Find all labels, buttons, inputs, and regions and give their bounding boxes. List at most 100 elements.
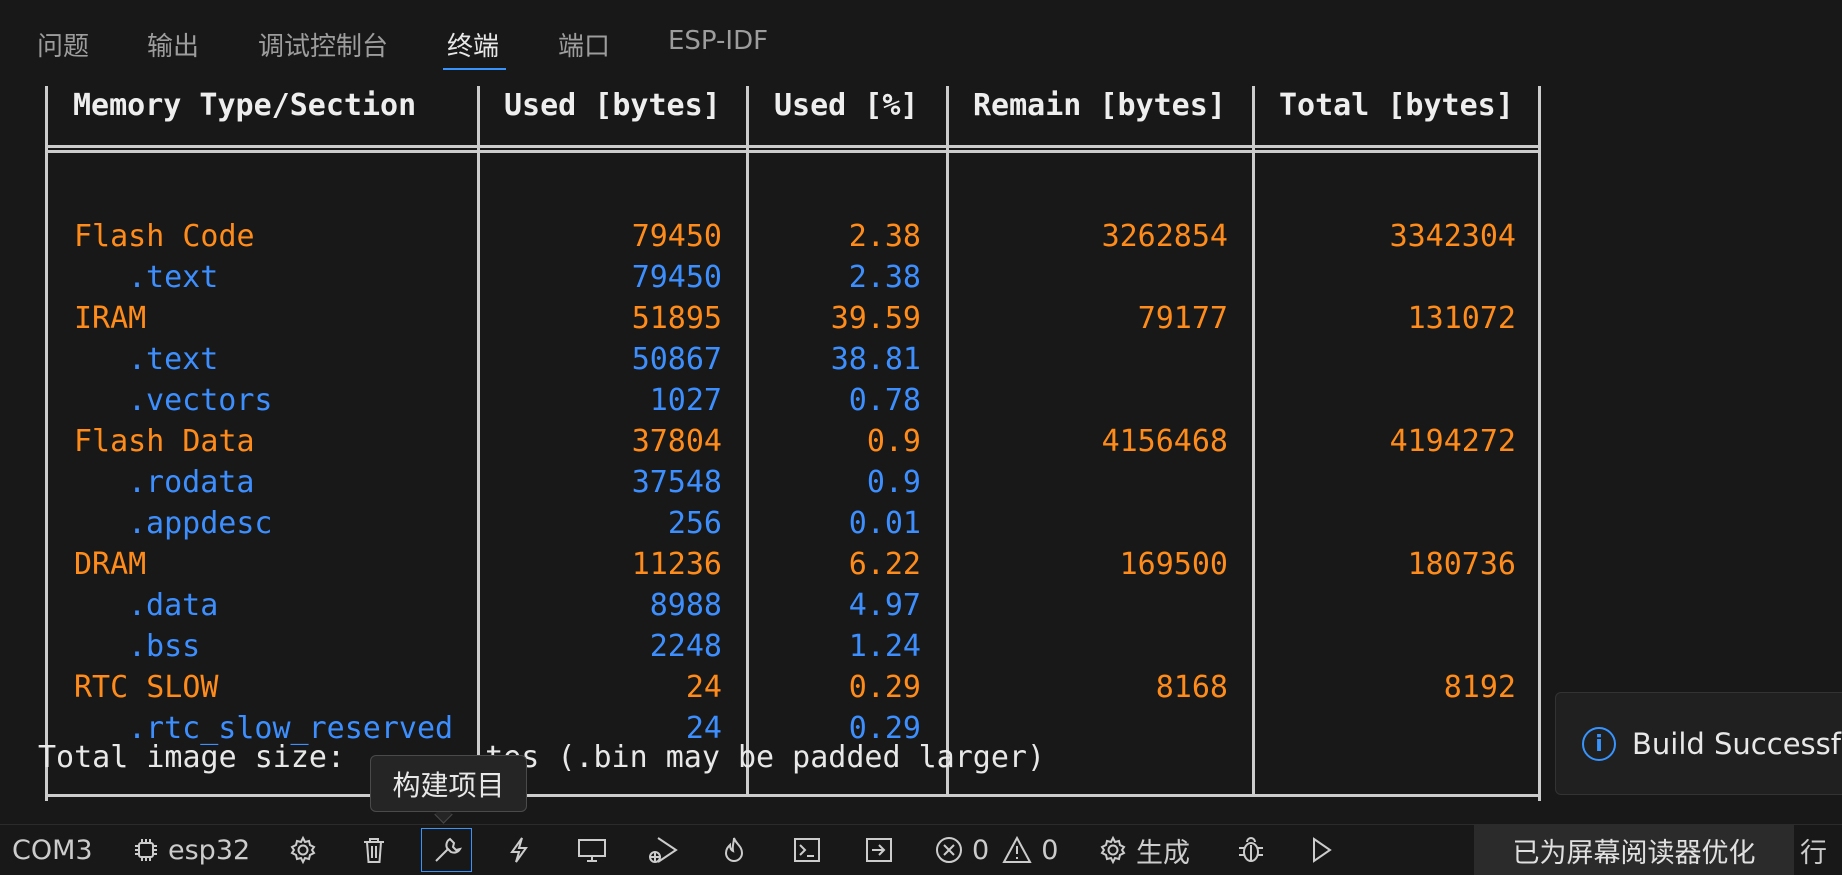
build-command-item[interactable]: 生成 bbox=[1098, 825, 1190, 875]
error-count: 0 bbox=[972, 834, 990, 866]
row-name: .text bbox=[128, 260, 219, 295]
row-remain-bytes: 169500 bbox=[1119, 547, 1228, 582]
tab-output[interactable]: 输出 bbox=[147, 26, 199, 63]
row-used-percent: 6.22 bbox=[848, 547, 921, 582]
build-flash-monitor-button[interactable] bbox=[720, 825, 748, 875]
row-remain-bytes: 4156468 bbox=[1101, 424, 1228, 459]
row-name: RTC SLOW bbox=[74, 670, 219, 705]
row-used-bytes: 1027 bbox=[649, 383, 722, 418]
total-prefix: Total image size: bbox=[38, 740, 364, 775]
header-used-bytes: Used [bytes] bbox=[504, 88, 721, 123]
debug-run-icon bbox=[646, 834, 680, 866]
row-remain-bytes: 8168 bbox=[1155, 670, 1228, 705]
row-name: .vectors bbox=[128, 383, 273, 418]
header-used-percent: Used [%] bbox=[774, 88, 919, 123]
row-used-bytes: 51895 bbox=[631, 301, 722, 336]
header-memory-type: Memory Type/Section bbox=[73, 88, 417, 123]
warning-icon bbox=[1001, 835, 1033, 865]
serial-port-item[interactable]: COM3 bbox=[12, 825, 93, 875]
row-used-bytes: 256 bbox=[667, 506, 722, 541]
row-used-percent: 1.24 bbox=[848, 629, 921, 664]
screen-reader-mode-item[interactable]: 已为屏幕阅读器优化 bbox=[1474, 825, 1794, 875]
warning-count: 0 bbox=[1041, 834, 1059, 866]
row-name: .bss bbox=[128, 629, 201, 664]
row-total-bytes: 4194272 bbox=[1389, 424, 1516, 459]
play-icon bbox=[1308, 835, 1334, 865]
target-label: esp32 bbox=[168, 834, 251, 866]
row-remain-bytes: 79177 bbox=[1137, 301, 1228, 336]
debug-run-button[interactable] bbox=[646, 825, 680, 875]
header-total-bytes: Total [bytes] bbox=[1279, 88, 1514, 123]
tab-esp-idf[interactable]: ESP-IDF bbox=[668, 26, 768, 56]
terminal-icon bbox=[792, 835, 822, 865]
row-name: DRAM bbox=[74, 547, 147, 582]
total-image-size-line: Total image size: tes (.bin may be padde… bbox=[38, 740, 1045, 775]
terminal-button[interactable] bbox=[792, 825, 822, 875]
row-used-percent: 0.29 bbox=[848, 670, 921, 705]
screen-reader-label: 已为屏幕阅读器优化 bbox=[1512, 837, 1756, 869]
build-notification[interactable]: i Build Successfu bbox=[1555, 692, 1842, 795]
enter-icon bbox=[864, 835, 894, 865]
row-remain-bytes: 3262854 bbox=[1101, 219, 1228, 254]
row-used-percent: 0.9 bbox=[866, 424, 921, 459]
row-used-percent: 39.59 bbox=[830, 301, 921, 336]
row-name: IRAM bbox=[74, 301, 147, 336]
row-used-bytes: 11236 bbox=[631, 547, 722, 582]
wrench-icon bbox=[432, 835, 462, 865]
problems-indicator[interactable]: 0 0 bbox=[934, 825, 1058, 875]
row-used-percent: 0.9 bbox=[866, 465, 921, 500]
config-button[interactable] bbox=[288, 825, 318, 875]
flash-icon bbox=[506, 835, 532, 865]
active-tab-indicator bbox=[443, 68, 506, 70]
flash-button[interactable] bbox=[506, 825, 532, 875]
tab-ports[interactable]: 端口 bbox=[558, 26, 610, 63]
row-total-bytes: 8192 bbox=[1443, 670, 1516, 705]
row-used-bytes: 50867 bbox=[631, 342, 722, 377]
row-used-bytes: 2248 bbox=[649, 629, 722, 664]
row-used-bytes: 79450 bbox=[631, 260, 722, 295]
tab-debug-console[interactable]: 调试控制台 bbox=[258, 26, 388, 63]
row-used-bytes: 8988 bbox=[649, 588, 722, 623]
trash-icon bbox=[360, 835, 388, 865]
line-label: 行 bbox=[1800, 837, 1827, 869]
chip-icon bbox=[132, 836, 160, 864]
header-remain-bytes: Remain [bytes] bbox=[973, 88, 1226, 123]
row-name: .appdesc bbox=[128, 506, 273, 541]
row-used-bytes: 79450 bbox=[631, 219, 722, 254]
row-name: Flash Data bbox=[74, 424, 255, 459]
execute-task-button[interactable] bbox=[864, 825, 894, 875]
monitor-icon bbox=[576, 835, 608, 865]
row-total-bytes: 3342304 bbox=[1389, 219, 1516, 254]
cursor-position-item[interactable]: 行 bbox=[1800, 825, 1827, 875]
row-name: .data bbox=[128, 588, 219, 623]
serial-port-label: COM3 bbox=[12, 834, 93, 866]
flame-icon bbox=[720, 835, 748, 865]
build-tooltip: 构建项目 bbox=[370, 755, 527, 812]
status-bar: COM3 esp32 0 0 生成 已为屏幕阅读器优化 行 bbox=[0, 824, 1842, 875]
tooltip-text: 构建项目 bbox=[392, 768, 505, 802]
tab-problems[interactable]: 问题 bbox=[37, 26, 89, 63]
info-icon: i bbox=[1582, 727, 1616, 761]
notification-text: Build Successfu bbox=[1632, 727, 1842, 761]
gear-icon bbox=[1098, 835, 1128, 865]
row-name: .rodata bbox=[128, 465, 255, 500]
row-name: .text bbox=[128, 342, 219, 377]
error-icon bbox=[934, 835, 964, 865]
row-used-percent: 4.97 bbox=[848, 588, 921, 623]
full-clean-button[interactable] bbox=[360, 825, 388, 875]
row-used-bytes: 24 bbox=[685, 670, 722, 705]
run-button[interactable] bbox=[1308, 825, 1334, 875]
build-button[interactable] bbox=[432, 825, 462, 875]
row-used-percent: 2.38 bbox=[848, 260, 921, 295]
bug-icon bbox=[1236, 835, 1266, 865]
target-item[interactable]: esp32 bbox=[132, 825, 250, 875]
panel-tab-bar: 问题 输出 调试控制台 终端 端口 ESP-IDF bbox=[0, 0, 1842, 78]
monitor-button[interactable] bbox=[576, 825, 608, 875]
tab-terminal[interactable]: 终端 bbox=[447, 26, 499, 63]
debug-button[interactable] bbox=[1236, 825, 1266, 875]
row-total-bytes: 131072 bbox=[1407, 301, 1516, 336]
row-used-bytes: 37804 bbox=[631, 424, 722, 459]
row-name: Flash Code bbox=[74, 219, 255, 254]
row-used-percent: 0.78 bbox=[848, 383, 921, 418]
row-used-percent: 2.38 bbox=[848, 219, 921, 254]
